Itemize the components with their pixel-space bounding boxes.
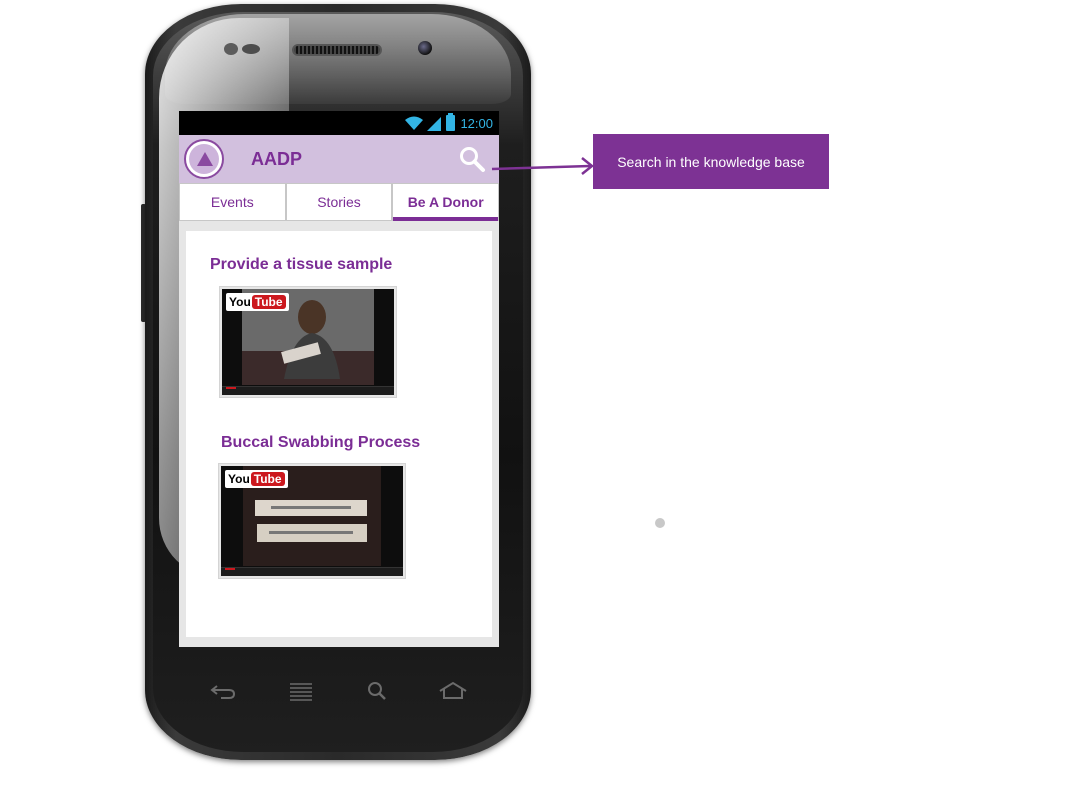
light-sensor: [242, 44, 260, 54]
content-card: Provide a tissue sample You Tube Buccal S…: [186, 231, 492, 637]
status-bar: 12:00: [179, 111, 499, 135]
home-icon[interactable]: [437, 680, 467, 702]
back-icon[interactable]: [208, 680, 238, 702]
video-player-buccal-swabbing[interactable]: You Tube: [219, 464, 405, 578]
youtube-logo: You Tube: [225, 470, 288, 488]
proximity-sensor: [224, 43, 238, 55]
search-icon[interactable]: [362, 680, 392, 702]
app-bar: AADP: [179, 135, 499, 183]
logo-mark: [189, 144, 219, 174]
video-player-tissue-sample[interactable]: You Tube: [220, 287, 396, 397]
search-icon[interactable]: [457, 145, 487, 175]
tab-events[interactable]: Events: [179, 183, 286, 221]
video-progress: [226, 387, 236, 389]
battery-icon: [446, 113, 456, 131]
video-title-buccal-swabbing: Buccal Swabbing Process: [221, 434, 421, 451]
status-time: 12:00: [460, 115, 493, 131]
video-progress: [225, 568, 235, 570]
youtube-you: You: [228, 472, 250, 486]
youtube-logo: You Tube: [226, 293, 289, 311]
tab-be-a-donor[interactable]: Be A Donor: [392, 183, 499, 221]
youtube-tube: Tube: [251, 295, 286, 309]
aadp-logo[interactable]: [184, 139, 224, 179]
video-title-tissue-sample: Provide a tissue sample: [210, 256, 393, 273]
youtube-tube: Tube: [250, 472, 285, 486]
earpiece-speaker: [292, 44, 382, 56]
callout-arrow: [491, 157, 595, 175]
video-controls[interactable]: [221, 567, 403, 576]
wifi-icon: [405, 116, 424, 130]
youtube-you: You: [229, 295, 251, 309]
app-title: AADP: [251, 148, 303, 169]
menu-icon[interactable]: [286, 680, 316, 702]
video-controls[interactable]: [222, 386, 394, 395]
phone-top-gloss: [165, 14, 511, 104]
tab-stories[interactable]: Stories: [285, 183, 393, 221]
callout-search-knowledge-base: Search in the knowledge base: [593, 134, 829, 189]
signal-icon: [427, 117, 442, 131]
tab-bar: Events Stories Be A Donor: [179, 183, 499, 221]
pointer-dot: [655, 518, 665, 528]
front-camera-icon: [418, 41, 432, 55]
phone-screen: 12:00 AADP Events Stories Be A Donor Pro…: [179, 111, 499, 647]
callout-text: Search in the knowledge base: [617, 153, 805, 170]
